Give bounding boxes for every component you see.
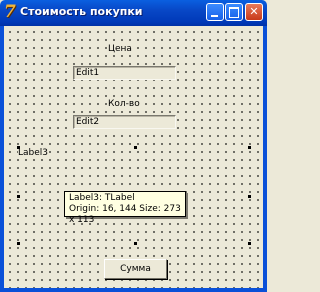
title-bar[interactable]: 7 Стоимость покупки ✕ xyxy=(0,0,267,26)
label-quantity[interactable]: Кол-во xyxy=(108,98,140,110)
minimize-button[interactable] xyxy=(206,3,224,21)
maximize-icon xyxy=(229,7,239,18)
delphi-icon[interactable]: 7 xyxy=(4,3,20,21)
selection-handle-middle-left[interactable] xyxy=(17,195,20,198)
minimize-icon xyxy=(211,15,218,17)
maximize-button[interactable] xyxy=(225,3,243,21)
hint-origin-size: Origin: 16, 144 Size: 273 x 113 xyxy=(69,204,181,225)
window-border-right xyxy=(263,26,267,292)
selection-handle-top-center[interactable] xyxy=(134,146,137,149)
window-title: Стоимость покупки xyxy=(20,5,143,18)
label-price[interactable]: Цена xyxy=(108,43,132,55)
edit1-field[interactable]: Edit1 xyxy=(73,66,176,80)
sum-button[interactable]: Сумма xyxy=(104,259,167,279)
selection-handle-bottom-left[interactable] xyxy=(17,242,20,245)
selection-handle-bottom-center[interactable] xyxy=(134,242,137,245)
edit2-field[interactable]: Edit2 xyxy=(73,115,176,129)
selection-handle-bottom-right[interactable] xyxy=(248,242,251,245)
label3[interactable]: Label3 xyxy=(18,147,49,159)
window-border-bottom xyxy=(0,288,267,292)
selection-handle-top-right[interactable] xyxy=(248,146,251,149)
close-button[interactable]: ✕ xyxy=(245,3,263,21)
hint-component-name: Label3: TLabel xyxy=(69,193,135,203)
component-hint-tooltip: Label3: TLabel Origin: 16, 144 Size: 273… xyxy=(64,191,186,225)
selection-handle-top-left[interactable] xyxy=(17,146,20,149)
selection-handle-middle-right[interactable] xyxy=(248,195,251,198)
